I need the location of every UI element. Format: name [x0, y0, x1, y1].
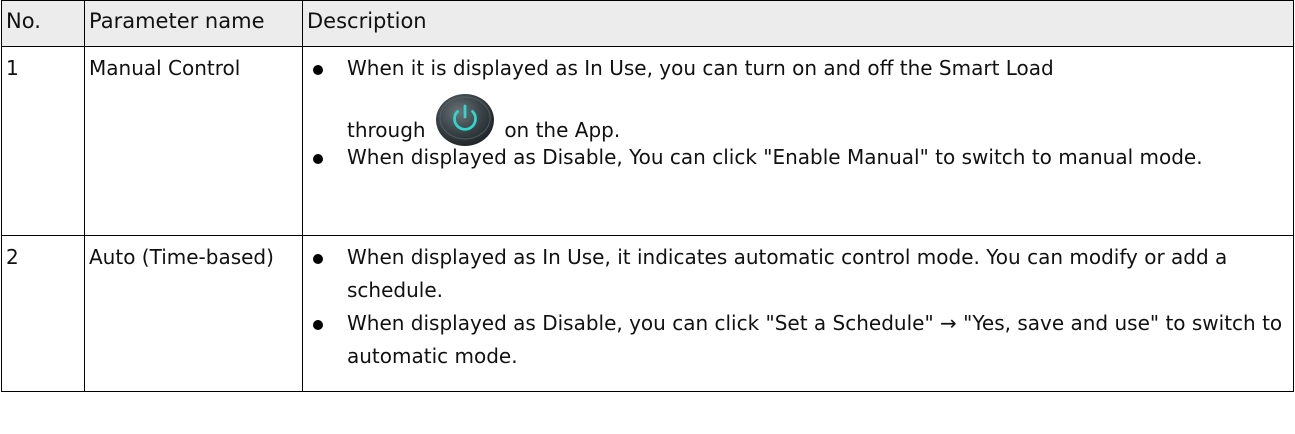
power-button-icon: [435, 94, 494, 146]
header-parameter-name: Parameter name: [84, 0, 303, 47]
bullet-dot: [303, 141, 347, 174]
header-description: Description: [302, 0, 1294, 47]
parameter-name: Auto (Time-based): [84, 235, 303, 392]
table-row: 1 Manual Control When it is displayed as…: [1, 46, 1294, 236]
bullet-text: through: [347, 118, 426, 142]
parameter-table: No. Parameter name Description 1 Manual …: [1, 0, 1294, 392]
bullet-dot: [303, 241, 347, 274]
bullet-text: When it is displayed as In Use, you can …: [347, 56, 1054, 80]
bullet-text: When displayed as Disable, You can click…: [347, 145, 1203, 169]
bullet-item: When displayed as Disable, you can click…: [303, 307, 1289, 373]
bullet-item: When it is displayed as In Use, you can …: [303, 52, 1289, 146]
header-no: No.: [1, 0, 85, 47]
bullet-dot: [303, 307, 347, 340]
table-header-row: No. Parameter name Description: [1, 0, 1294, 47]
description-cell: When it is displayed as In Use, you can …: [302, 46, 1294, 236]
bullet-text: When displayed as In Use, it indicates a…: [347, 245, 1228, 302]
description-cell: When displayed as In Use, it indicates a…: [302, 235, 1294, 392]
bullet-item: When displayed as Disable, You can click…: [303, 141, 1289, 174]
bullet-text: When displayed as Disable, you can click…: [347, 311, 1283, 368]
bullet-dot: [303, 52, 347, 85]
bullet-item: When displayed as In Use, it indicates a…: [303, 241, 1289, 307]
table-row: 2 Auto (Time-based) When displayed as In…: [1, 235, 1294, 392]
row-number: 2: [1, 235, 85, 392]
row-number: 1: [1, 46, 85, 236]
bullet-text: on the App.: [504, 118, 621, 142]
parameter-name: Manual Control: [84, 46, 303, 236]
